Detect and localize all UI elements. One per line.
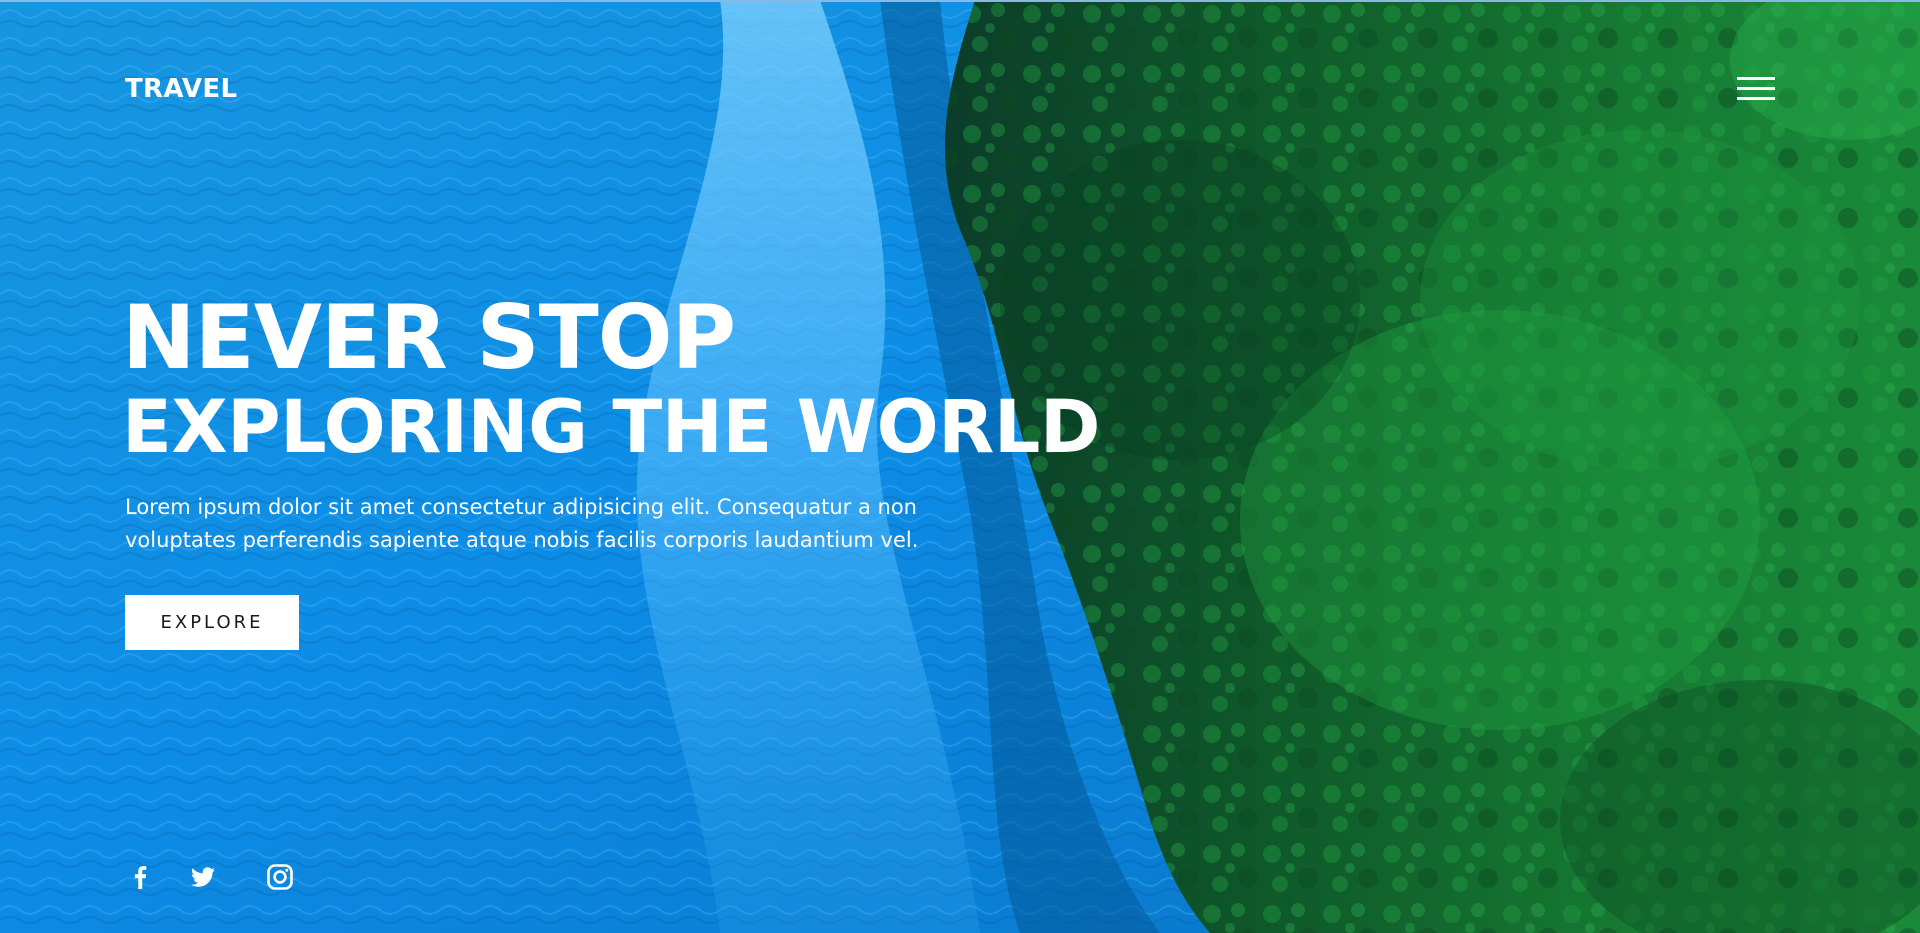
hamburger-menu-icon[interactable]: [1737, 76, 1777, 104]
twitter-icon[interactable]: [188, 862, 218, 892]
menu-line: [1737, 97, 1775, 100]
hero-headline-line2: EXPLORING THE WORLD: [122, 385, 1101, 470]
instagram-icon[interactable]: [265, 862, 295, 892]
menu-line: [1737, 87, 1775, 90]
hero-section: TRAVEL NEVER STOP EXPLORING THE WORLD Lo…: [0, 0, 1920, 933]
hero-description: Lorem ipsum dolor sit amet consectetur a…: [125, 495, 919, 552]
brand-logo[interactable]: TRAVEL: [125, 70, 237, 108]
facebook-icon[interactable]: [125, 862, 155, 892]
top-border: [0, 0, 1920, 2]
menu-line: [1737, 77, 1775, 80]
hero-headline-line1: NEVER STOP: [122, 286, 736, 389]
explore-button[interactable]: EXPLORE: [125, 595, 299, 650]
